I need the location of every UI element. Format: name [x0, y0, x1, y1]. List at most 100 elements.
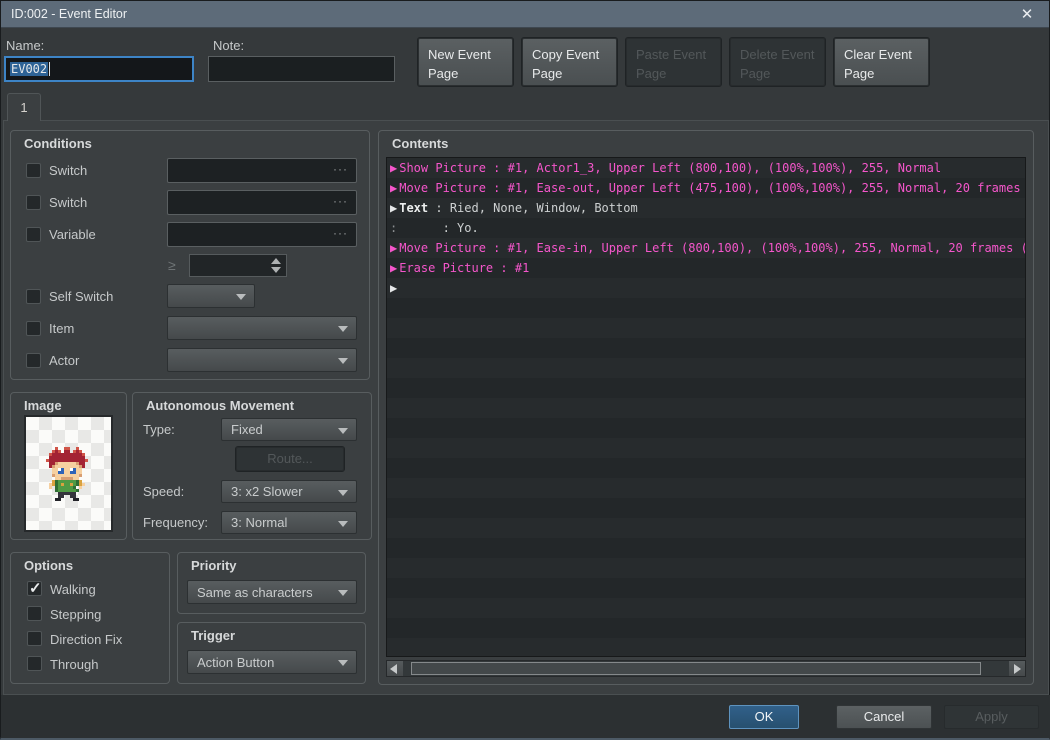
event-editor-dialog: ID:002 - Event Editor ✕ Name: EV002 Note… — [0, 0, 1050, 740]
command-arrow-icon: ▶ — [390, 241, 398, 255]
direction-fix-label: Direction Fix — [50, 632, 123, 647]
ellipsis-icon[interactable]: ··· — [333, 162, 348, 176]
scroll-right-button[interactable] — [1009, 661, 1025, 676]
frequency-select[interactable]: 3: Normal — [221, 511, 357, 534]
self-switch-checkbox[interactable] — [26, 289, 41, 304]
priority-panel: Priority Same as characters — [177, 552, 366, 614]
dropdown-arrow-icon — [338, 358, 348, 364]
through-label: Through — [50, 657, 99, 672]
clear-event-page-button[interactable]: Clear Event Page — [833, 37, 930, 87]
priority-value: Same as characters — [197, 584, 313, 600]
command-arrow-icon: ▶ — [390, 201, 398, 215]
command-arrow-icon: ▶ — [390, 181, 398, 195]
command-arrow-icon: ▶ — [390, 161, 398, 175]
command-row[interactable]: ▶ Move Picture : #1, Ease-in, Upper Left … — [387, 238, 1025, 258]
name-input[interactable]: EV002 — [4, 56, 194, 82]
priority-select[interactable]: Same as characters — [187, 580, 357, 604]
autonomous-movement-panel: Autonomous Movement Type: Fixed Route...… — [132, 392, 372, 540]
walking-label: Walking — [50, 582, 96, 597]
cancel-button[interactable]: Cancel — [836, 705, 932, 729]
direction-fix-checkbox[interactable] — [27, 631, 42, 646]
type-value: Fixed — [231, 422, 263, 437]
dropdown-arrow-icon — [338, 427, 348, 434]
note-input[interactable] — [208, 56, 395, 82]
command-arrow-icon: ▶ — [390, 261, 398, 275]
item-label: Item — [49, 321, 75, 336]
scroll-right-icon — [1014, 664, 1021, 674]
ok-button[interactable]: OK — [729, 705, 799, 729]
command-arrow-icon: ▶ — [390, 281, 398, 295]
conditions-panel: Conditions Switch ··· Switch ··· Variabl… — [10, 130, 370, 380]
priority-title: Priority — [191, 558, 237, 573]
item-checkbox[interactable] — [26, 321, 41, 336]
name-value-selected: EV002 — [10, 62, 49, 76]
ellipsis-icon[interactable]: ··· — [333, 194, 348, 208]
close-icon[interactable]: ✕ — [1017, 5, 1037, 25]
event-command-list[interactable]: ▶ Show Picture : #1, Actor1_3, Upper Left… — [386, 157, 1026, 657]
trigger-select[interactable]: Action Button — [187, 650, 357, 674]
command-row-empty[interactable]: ▶ — [387, 278, 1025, 298]
scroll-left-button[interactable] — [387, 661, 403, 676]
variable-input[interactable]: ··· — [167, 222, 357, 247]
spinner-down-icon[interactable] — [271, 267, 281, 273]
character-image-box[interactable] — [24, 415, 113, 532]
scrollbar-thumb[interactable] — [411, 662, 981, 675]
command-continuation-icon: : — [390, 221, 398, 235]
name-label: Name: — [6, 38, 45, 53]
type-label: Type: — [143, 422, 175, 437]
actor-checkbox[interactable] — [26, 353, 41, 368]
horizontal-scrollbar[interactable] — [386, 660, 1026, 677]
through-checkbox[interactable] — [27, 656, 42, 671]
note-label: Note: — [213, 38, 245, 53]
scrollbar-track[interactable] — [403, 661, 1009, 676]
frequency-value: 3: Normal — [231, 515, 288, 530]
speed-value: 3: x2 Slower — [231, 484, 303, 499]
new-event-page-button[interactable]: New Event Page — [417, 37, 514, 87]
speed-select[interactable]: 3: x2 Slower — [221, 480, 357, 503]
command-row[interactable]: : : Yo. — [387, 218, 1025, 238]
contents-panel: Contents ▶ Show Picture : #1, Actor1_3, U… — [378, 130, 1034, 685]
dropdown-arrow-icon — [338, 660, 348, 666]
command-row[interactable]: ▶ Move Picture : #1, Ease-out, Upper Left… — [387, 178, 1025, 198]
switch1-input[interactable]: ··· — [167, 158, 357, 183]
variable-checkbox[interactable] — [26, 227, 41, 242]
stepping-checkbox[interactable] — [27, 606, 42, 621]
tab-page-1[interactable]: 1 — [7, 93, 41, 121]
variable-label: Variable — [49, 227, 96, 242]
switch2-label: Switch — [49, 195, 88, 210]
spinner-up-icon[interactable] — [271, 258, 281, 264]
switch2-input[interactable]: ··· — [167, 190, 357, 215]
dropdown-arrow-icon — [236, 294, 246, 300]
contents-title: Contents — [392, 136, 449, 151]
gte-symbol: ≥ — [168, 257, 176, 273]
walking-checkbox[interactable] — [27, 579, 42, 597]
image-panel: Image — [10, 392, 127, 540]
frequency-label: Frequency: — [143, 515, 209, 530]
variable-value-spinner[interactable] — [189, 254, 287, 277]
ellipsis-icon[interactable]: ··· — [333, 226, 348, 240]
command-row[interactable]: ▶ Show Picture : #1, Actor1_3, Upper Left… — [387, 158, 1025, 178]
options-panel: Options Walking Stepping Direction Fix T… — [10, 552, 170, 684]
title-bar[interactable]: ID:002 - Event Editor ✕ — [1, 1, 1049, 28]
speed-label: Speed: — [143, 484, 185, 499]
delete-event-page-button: Delete Event Page — [729, 37, 826, 87]
image-title: Image — [24, 398, 62, 413]
trigger-panel: Trigger Action Button — [177, 622, 366, 684]
switch2-checkbox[interactable] — [26, 195, 41, 210]
copy-event-page-button[interactable]: Copy Event Page — [521, 37, 618, 87]
scroll-left-icon — [390, 664, 397, 674]
actor-select[interactable] — [167, 348, 357, 372]
paste-event-page-button: Paste Event Page — [625, 37, 722, 87]
command-row[interactable]: ▶ Erase Picture : #1 — [387, 258, 1025, 278]
item-select[interactable] — [167, 316, 357, 340]
self-switch-select[interactable] — [167, 284, 255, 308]
route-button: Route... — [235, 446, 345, 472]
trigger-title: Trigger — [191, 628, 236, 643]
conditions-title: Conditions — [24, 136, 92, 151]
trigger-value: Action Button — [197, 654, 275, 670]
command-row[interactable]: ▶ Text : Ried, None, Window, Bottom — [387, 198, 1025, 218]
dropdown-arrow-icon — [338, 520, 348, 527]
dropdown-arrow-icon — [338, 590, 348, 596]
switch1-checkbox[interactable] — [26, 163, 41, 178]
type-select[interactable]: Fixed — [221, 418, 357, 441]
